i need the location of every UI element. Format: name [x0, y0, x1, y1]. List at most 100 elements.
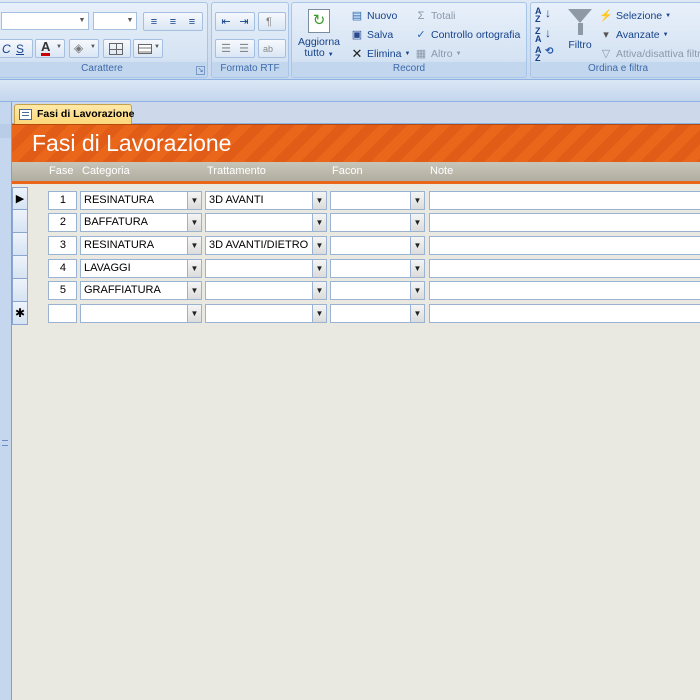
paragraph-button[interactable]: ¶: [258, 12, 286, 31]
trattamento-combo-new[interactable]: [205, 304, 313, 323]
record-selector[interactable]: [12, 279, 28, 302]
fase-field[interactable]: 3: [48, 236, 77, 255]
note-field[interactable]: [429, 191, 700, 210]
align-left-icon[interactable]: ≡: [147, 15, 161, 29]
nav-pane-grip-icon[interactable]: [2, 440, 8, 446]
trattamento-dropdown-icon[interactable]: ▼: [312, 236, 327, 255]
fase-field[interactable]: 4: [48, 259, 77, 278]
align-center-icon[interactable]: ≡: [166, 15, 180, 29]
clear-sort-button[interactable]: A Z ⟲: [535, 46, 553, 63]
aggiorna-tutto-button[interactable]: ↻ Aggiorna tutto ▼: [294, 7, 344, 63]
selezione-button[interactable]: ⚡ Selezione ▼: [599, 9, 671, 23]
decrease-indent-icon[interactable]: ⇤: [219, 15, 233, 29]
totali-button[interactable]: Σ Totali: [414, 9, 456, 23]
categoria-combo[interactable]: GRAFFIATURA: [80, 281, 188, 300]
increase-indent-icon[interactable]: ⇥: [237, 15, 251, 29]
elimina-button[interactable]: ✕ Elimina ▼: [350, 47, 411, 61]
chevron-down-icon: ▼: [662, 32, 669, 38]
sort-ascending-button[interactable]: A Z ↓: [535, 7, 551, 24]
chevron-down-icon[interactable]: ▼: [90, 44, 96, 50]
controllo-ortografia-button[interactable]: ✓ Controllo ortografia: [414, 28, 520, 42]
align-right-icon[interactable]: ≡: [185, 15, 199, 29]
facon-combo[interactable]: [330, 191, 411, 210]
gridlines-button[interactable]: [103, 39, 131, 58]
categoria-dropdown-icon[interactable]: ▼: [187, 213, 202, 232]
categoria-combo-new[interactable]: [80, 304, 188, 323]
note-field[interactable]: [429, 259, 700, 278]
sort-descending-button[interactable]: Z A ↓: [535, 27, 551, 44]
dialog-launcher-icon[interactable]: ↘: [196, 66, 205, 75]
facon-combo[interactable]: [330, 281, 411, 300]
chevron-down-icon[interactable]: ▼: [56, 44, 62, 50]
trattamento-dropdown-icon[interactable]: ▼: [312, 191, 327, 210]
alt-row-color-icon: [138, 44, 152, 54]
trattamento-dropdown-icon[interactable]: ▼: [312, 213, 327, 232]
record-selector[interactable]: [12, 210, 28, 233]
font-size-combo[interactable]: ▼: [93, 12, 137, 30]
nuovo-button[interactable]: ▤ Nuovo: [350, 9, 398, 23]
font-name-combo[interactable]: ▼: [1, 12, 89, 30]
fill-color-button[interactable]: ◈ ▼: [69, 39, 99, 58]
filtro-button[interactable]: Filtro: [563, 7, 597, 63]
categoria-combo[interactable]: BAFFATURA: [80, 213, 188, 232]
numbered-list-icon[interactable]: ☰: [219, 42, 233, 56]
selection-filter-icon: ⚡: [599, 10, 613, 22]
facon-dropdown-icon[interactable]: ▼: [410, 304, 425, 323]
record-selector-current[interactable]: ▶: [12, 187, 28, 210]
chevron-down-icon[interactable]: ▼: [124, 13, 136, 29]
trattamento-combo[interactable]: 3D AVANTI: [205, 191, 313, 210]
fase-field-new[interactable]: [48, 304, 77, 323]
categoria-dropdown-icon[interactable]: ▼: [187, 304, 202, 323]
bulleted-list-icon[interactable]: ☰: [237, 42, 251, 56]
facon-combo[interactable]: [330, 213, 411, 232]
trattamento-combo[interactable]: 3D AVANTI/DIETRO: [205, 236, 313, 255]
record-selector-new[interactable]: ✱: [12, 302, 28, 325]
trattamento-dropdown-icon[interactable]: ▼: [312, 281, 327, 300]
fase-field[interactable]: 2: [48, 213, 77, 232]
altro-button[interactable]: ▦ Altro ▼: [414, 47, 462, 61]
note-field[interactable]: [429, 236, 700, 255]
highlight-button[interactable]: ab: [258, 39, 286, 58]
facon-dropdown-icon[interactable]: ▼: [410, 259, 425, 278]
alt-row-color-button[interactable]: ▼: [133, 39, 163, 58]
facon-combo[interactable]: [330, 236, 411, 255]
note-field-new[interactable]: [429, 304, 700, 323]
fase-field[interactable]: 1: [48, 191, 77, 210]
trattamento-combo[interactable]: [205, 281, 313, 300]
categoria-combo[interactable]: RESINATURA: [80, 191, 188, 210]
categoria-combo[interactable]: LAVAGGI: [80, 259, 188, 278]
toggle-filter-button[interactable]: ▽ Attiva/disattiva filtro: [599, 47, 700, 61]
trattamento-combo[interactable]: [205, 213, 313, 232]
categoria-dropdown-icon[interactable]: ▼: [187, 281, 202, 300]
chevron-down-icon[interactable]: ▼: [76, 13, 88, 29]
categoria-dropdown-icon[interactable]: ▼: [187, 259, 202, 278]
navigation-pane[interactable]: [0, 102, 12, 700]
nav-pane-scroll-up-icon[interactable]: [0, 124, 11, 138]
fase-field[interactable]: 5: [48, 281, 77, 300]
column-header-bar: Fase Categoria Trattamento Facon Note: [12, 162, 700, 184]
record-selector[interactable]: [12, 256, 28, 279]
facon-combo[interactable]: [330, 259, 411, 278]
salva-button[interactable]: ▣ Salva: [350, 28, 393, 42]
trattamento-dropdown-icon[interactable]: ▼: [312, 304, 327, 323]
tab-fasi-di-lavorazione[interactable]: Fasi di Lavorazione: [14, 104, 134, 124]
chevron-down-icon[interactable]: ▼: [154, 44, 160, 50]
font-color-button[interactable]: A ▼: [35, 39, 65, 58]
facon-dropdown-icon[interactable]: ▼: [410, 213, 425, 232]
note-field[interactable]: [429, 213, 700, 232]
trattamento-dropdown-icon[interactable]: ▼: [312, 259, 327, 278]
categoria-combo[interactable]: RESINATURA: [80, 236, 188, 255]
strikethrough-button[interactable]: S: [16, 42, 24, 56]
record-selector[interactable]: [12, 233, 28, 256]
ribbon-group-record: ↻ Aggiorna tutto ▼ ▤ Nuovo ▣ Salva ✕ Elimin…: [291, 2, 527, 78]
trattamento-combo[interactable]: [205, 259, 313, 278]
facon-dropdown-icon[interactable]: ▼: [410, 281, 425, 300]
facon-dropdown-icon[interactable]: ▼: [410, 236, 425, 255]
categoria-dropdown-icon[interactable]: ▼: [187, 236, 202, 255]
facon-combo-new[interactable]: [330, 304, 411, 323]
facon-dropdown-icon[interactable]: ▼: [410, 191, 425, 210]
categoria-dropdown-icon[interactable]: ▼: [187, 191, 202, 210]
avanzate-button[interactable]: ▾ Avanzate ▼: [599, 28, 669, 42]
note-field[interactable]: [429, 281, 700, 300]
italic-button[interactable]: C: [2, 42, 11, 56]
